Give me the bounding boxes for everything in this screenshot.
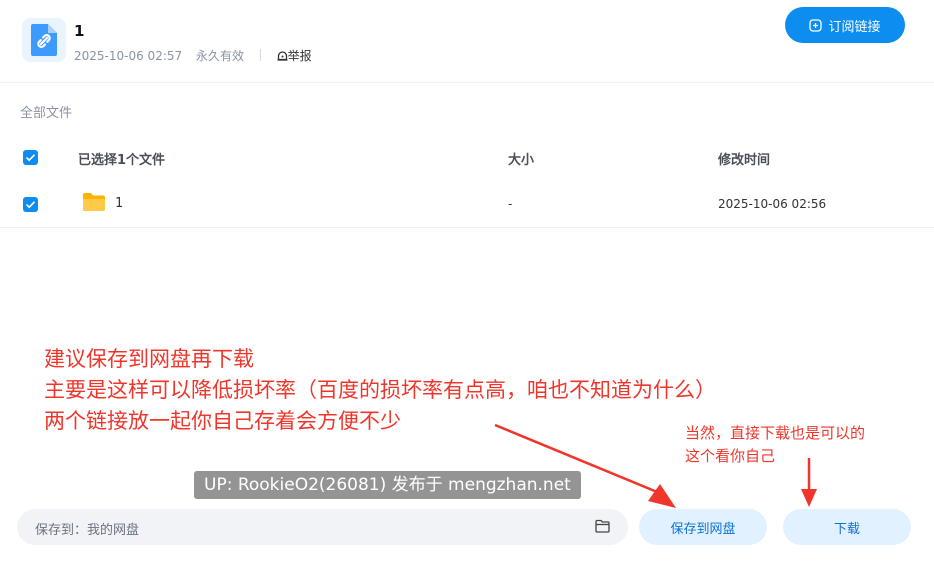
download-button[interactable]: 下载	[783, 509, 911, 545]
save-location-label: 保存到：我的网盘	[35, 523, 140, 538]
folder-picker-icon[interactable]	[595, 519, 610, 533]
save-to-netdisk-button[interactable]: 保存到网盘	[639, 509, 767, 545]
save-location-field[interactable]: 保存到：我的网盘	[17, 509, 628, 545]
arrow-to-download	[801, 458, 817, 507]
watermark: UP: RookieO2(26081) 发布于 mengzhan.net	[194, 471, 581, 499]
